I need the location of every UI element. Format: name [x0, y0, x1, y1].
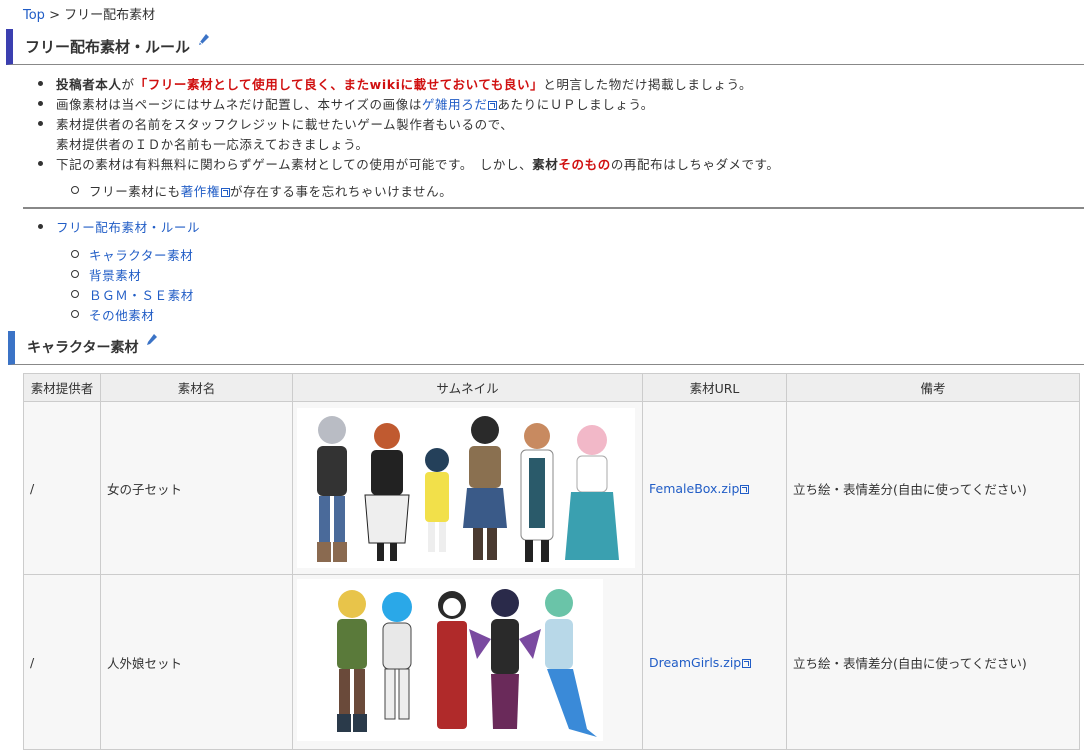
section-heading-rules: フリー配布素材・ルール: [6, 29, 1084, 65]
rule-item-4: 下記の素材は有料無料に関わらずゲーム素材としての使用が可能です。 しかし、素材そ…: [38, 154, 780, 173]
subrule-pre: フリー素材にも: [89, 184, 181, 199]
dream-girls-zip-link[interactable]: DreamGirls.zip: [649, 655, 741, 670]
rule2-post: あたりにＵＰしましょう。: [497, 97, 654, 112]
rule3-line1: 素材提供者の名前をスタッフクレジットに載せたいゲーム製作者もいるので、: [56, 117, 514, 132]
divider: [23, 207, 1084, 209]
rule1-red-text: 「フリー素材として使用して良く、またwikiに載せておいても良い」: [134, 77, 544, 92]
toc-link-character[interactable]: キャラクター素材: [89, 248, 193, 263]
toc-link-bgm-se[interactable]: ＢＧＭ・ＳＥ素材: [89, 288, 194, 303]
copyright-link[interactable]: 著作権: [181, 184, 220, 199]
cell-name: 女の子セット: [100, 401, 293, 575]
toc-item: ＢＧＭ・ＳＥ素材: [71, 285, 194, 304]
cell-url: FemaleBox.zip: [642, 401, 787, 575]
cell-provider: /: [23, 401, 101, 575]
rule1-mid: が: [121, 77, 135, 92]
breadcrumb: Top > フリー配布素材: [23, 4, 155, 23]
rule-item-2: 画像素材は当ページにはサムネだけ配置し、本サイズの画像はゲ雑用ろだ あたりにＵＰし…: [38, 94, 654, 113]
rule-sub-item: フリー素材にも著作権 が存在する事を忘れちゃいけません。: [70, 181, 453, 200]
section-heading-rules-text: フリー配布素材・ルール: [25, 38, 191, 56]
cell-note: 立ち絵・表情差分(自由に使ってください): [786, 401, 1080, 575]
subrule-post: が存在する事を忘れちゃいけません。: [230, 184, 453, 199]
rule4-pre: 下記の素材は有料無料に関わらずゲーム素材としての使用が可能です。 しかし、: [56, 157, 533, 172]
th-url: 素材URL: [642, 373, 787, 402]
rule4-bold: 素材: [532, 157, 559, 172]
rule-item-1: 投稿者本人が「フリー素材として使用して良く、またwikiに載せておいても良い」と…: [37, 74, 753, 93]
rule1-suffix: と明言した物だけ掲載しましょう。: [543, 77, 753, 92]
edit-pencil-icon[interactable]: [199, 23, 210, 59]
female-box-zip-link[interactable]: FemaleBox.zip: [649, 481, 739, 496]
cell-provider: /: [23, 574, 101, 750]
table-row: / 人外娘セット DreamGirls.zip 立ち絵・表情差分(自由に使ってく…: [23, 574, 1080, 750]
rule1-author: 投稿者本人: [56, 77, 122, 92]
th-note: 備考: [786, 373, 1080, 402]
cell-thumbnail: [292, 401, 643, 575]
th-thumbnail: サムネイル: [292, 373, 643, 402]
breadcrumb-current: フリー配布素材: [64, 8, 156, 23]
cell-name: 人外娘セット: [100, 574, 293, 750]
rule-item-3: 素材提供者の名前をスタッフクレジットに載せたいゲーム製作者もいるので、: [37, 114, 514, 133]
table-header-row: 素材提供者 素材名 サムネイル 素材URL 備考: [23, 373, 1080, 402]
toc-link-background[interactable]: 背景素材: [89, 268, 141, 283]
external-link-icon: [221, 188, 231, 197]
external-link-icon: [740, 484, 750, 494]
materials-table: 素材提供者 素材名 サムネイル 素材URL 備考 / 女の子セット Female…: [23, 373, 1080, 750]
ge-zatsuyou-roda-link[interactable]: ゲ雑用ろだ: [422, 97, 488, 112]
th-name: 素材名: [100, 373, 293, 402]
toc-item: 背景素材: [70, 265, 141, 284]
toc-item: その他素材: [71, 305, 155, 324]
section-heading-character-text: キャラクター素材: [27, 340, 139, 356]
rule2-pre: 画像素材は当ページにはサムネだけ配置し、本サイズの画像は: [56, 97, 422, 112]
female-set-thumbnail[interactable]: [297, 408, 635, 568]
rule4-post: の再配布はしちゃダメです。: [610, 157, 780, 172]
rule-item-3-line2: 素材提供者のＩＤか名前も一応添えておきましょう。: [56, 134, 369, 153]
section-heading-character: キャラクター素材: [8, 331, 1084, 365]
toc-item-top: フリー配布素材・ルール: [37, 217, 200, 236]
cell-note: 立ち絵・表情差分(自由に使ってください): [786, 574, 1080, 750]
dream-girls-thumbnail[interactable]: [297, 579, 603, 741]
table-row: / 女の子セット FemaleBox.zip 立ち絵・表情差分(自由に使ってくだ…: [23, 401, 1080, 575]
breadcrumb-top-link[interactable]: Top: [23, 8, 45, 23]
external-link-icon: [742, 658, 752, 668]
edit-pencil-icon[interactable]: [147, 325, 158, 359]
toc-link-other[interactable]: その他素材: [89, 308, 155, 323]
rule4-red: そのもの: [558, 157, 611, 172]
breadcrumb-separator: >: [44, 8, 65, 23]
cell-thumbnail: [292, 574, 643, 750]
toc-item: キャラクター素材: [70, 245, 193, 264]
external-link-icon: [488, 101, 498, 110]
th-provider: 素材提供者: [23, 373, 101, 402]
rule3-line2: 素材提供者のＩＤか名前も一応添えておきましょう。: [56, 137, 369, 152]
cell-url: DreamGirls.zip: [642, 574, 787, 750]
toc-link-rules[interactable]: フリー配布素材・ルール: [56, 220, 200, 235]
